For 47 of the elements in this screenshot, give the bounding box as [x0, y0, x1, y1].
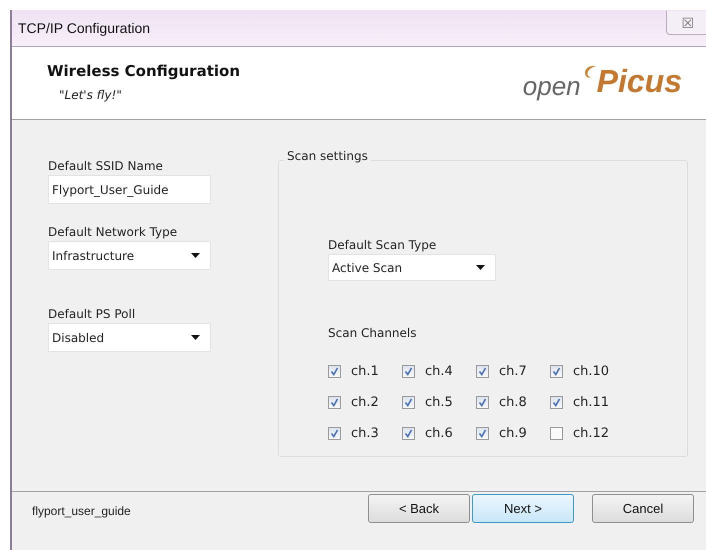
group-title: Scan settings [284, 149, 371, 163]
close-button[interactable]: ☒ [666, 11, 706, 35]
checkbox[interactable] [550, 426, 563, 440]
checkbox-label: ch.9 [499, 426, 527, 440]
checkbox[interactable] [402, 396, 415, 408]
window-title: TCP/IP Configuration [17, 20, 150, 36]
checkbox-label: ch.4 [425, 364, 453, 378]
checkbox-label: ch.5 [425, 394, 453, 410]
dropdown[interactable]: Infrastructure [48, 241, 211, 270]
page-subtitle: "Let's fly!" [59, 88, 123, 102]
checkbox[interactable] [402, 426, 415, 440]
field-label: Default Network Type [48, 224, 178, 240]
checkbox-label: ch.11 [573, 394, 610, 410]
caret-icon [191, 253, 200, 258]
logo-text: Picus [596, 65, 682, 97]
checkbox[interactable] [402, 364, 415, 378]
checkbox-label: ch.6 [425, 426, 453, 440]
checkbox-label: ch.2 [351, 394, 379, 410]
checkbox[interactable] [328, 364, 341, 378]
checkbox-label: ch.12 [573, 426, 610, 440]
caret-icon [191, 335, 200, 340]
checkbox-label: ch.8 [499, 394, 527, 410]
checkbox[interactable] [550, 364, 563, 378]
logo-text: open [522, 73, 581, 99]
input-field[interactable]: Flyport_User_Guide [48, 175, 211, 204]
dropdown[interactable]: Active Scan [328, 254, 496, 281]
dropdown[interactable]: Disabled [48, 323, 211, 352]
checkbox[interactable] [476, 364, 489, 378]
field-label: Default PS Poll [48, 306, 136, 322]
checkbox-label: ch.3 [351, 426, 379, 440]
wizard-button[interactable]: Next > [472, 494, 574, 523]
checkbox-label: ch.1 [351, 364, 379, 378]
checkbox[interactable] [550, 396, 563, 408]
field-label: Scan Channels [328, 325, 418, 341]
checkbox[interactable] [328, 396, 341, 408]
checkbox[interactable] [476, 426, 489, 440]
field-label: Default SSID Name [48, 158, 164, 174]
field-label: Default Scan Type [328, 237, 438, 253]
checkbox-label: ch.7 [499, 364, 527, 378]
caret-icon [476, 265, 485, 270]
wizard-button[interactable]: Cancel [592, 494, 694, 523]
page-title: Wireless Configuration [47, 62, 240, 80]
checkbox-label: ch.10 [573, 364, 610, 378]
checkbox[interactable] [476, 396, 489, 408]
footer-text: flyport_user_guide [32, 504, 131, 518]
checkbox[interactable] [328, 426, 341, 440]
wizard-button[interactable]: < Back [368, 494, 470, 523]
